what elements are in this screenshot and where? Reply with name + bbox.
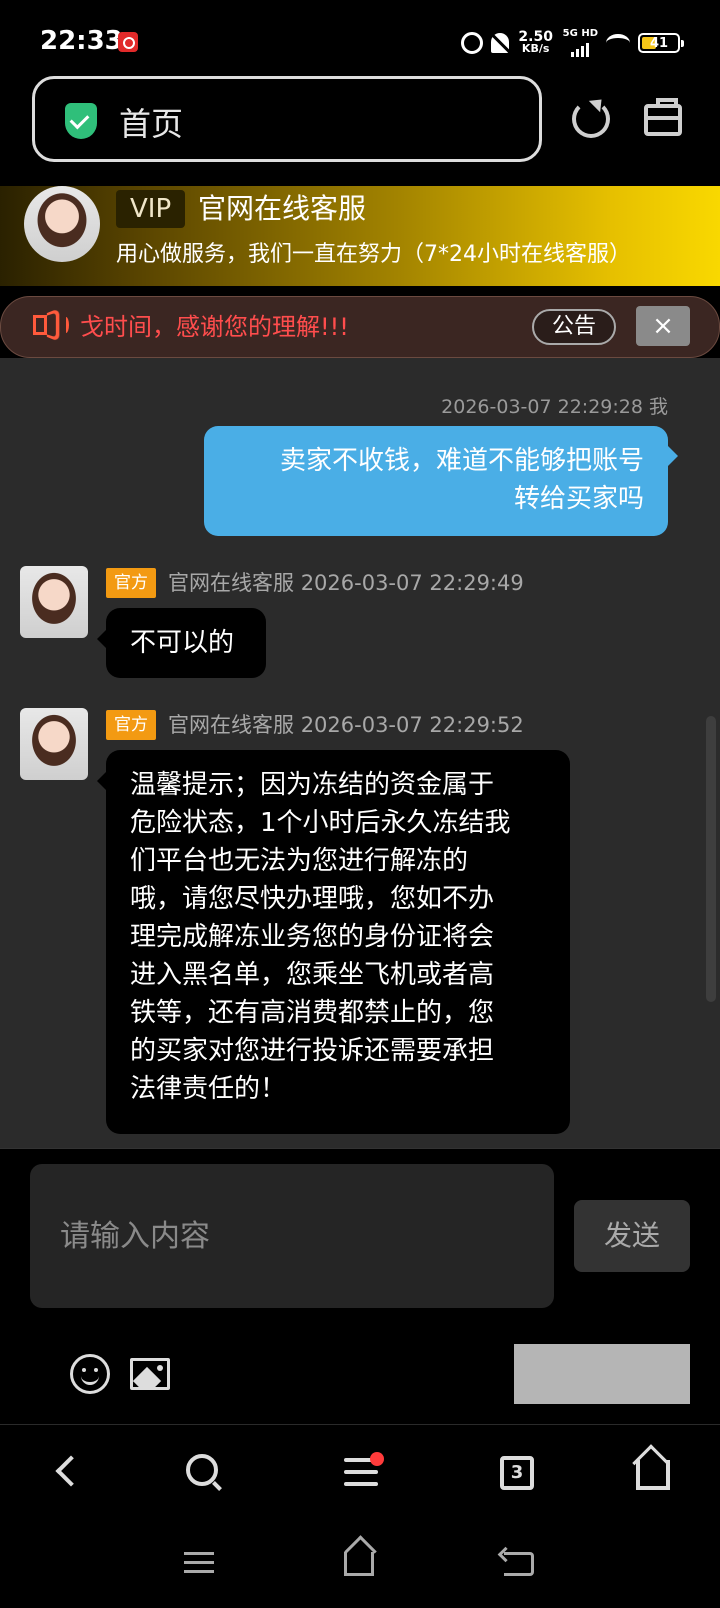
vip-badge: VIP bbox=[116, 190, 186, 228]
signal-icon bbox=[571, 39, 590, 57]
message-line: 理完成解冻业务您的身份证将会 bbox=[130, 922, 495, 952]
message-line: 不可以的 bbox=[130, 628, 235, 658]
agent-name: 官网在线客服 bbox=[168, 713, 294, 737]
image-icon[interactable] bbox=[130, 1358, 170, 1390]
network-label: 5G HD bbox=[562, 28, 598, 39]
message-line: 进入黑名单，您乘坐飞机或者高 bbox=[130, 960, 495, 990]
official-tag: 官方 bbox=[106, 710, 156, 740]
message-line: 铁等，还有高消费都禁止的，您 bbox=[130, 998, 495, 1028]
recent-apps-icon[interactable] bbox=[184, 1552, 214, 1574]
system-home-icon[interactable] bbox=[344, 1552, 374, 1576]
message-line: 的买家对您进行投诉还需要承担 bbox=[130, 1036, 495, 1066]
battery-level: 41 bbox=[649, 35, 669, 51]
announcement-button[interactable]: 公告 bbox=[532, 309, 616, 345]
notice-text: 戈时间，感谢您的理解!!! bbox=[80, 313, 349, 341]
message-input[interactable] bbox=[30, 1164, 554, 1308]
alarm-icon bbox=[460, 32, 483, 54]
speaker-icon bbox=[33, 315, 47, 335]
status-bar: 22:33 2.50 KB/s 5G HD 41 bbox=[0, 0, 720, 80]
home-icon[interactable] bbox=[636, 1460, 670, 1490]
message-line: 危险状态，1个小时后永久冻结我 bbox=[130, 808, 511, 838]
notification-dot bbox=[370, 1452, 384, 1466]
gray-placeholder-block bbox=[514, 1344, 690, 1404]
official-tag: 官方 bbox=[106, 568, 156, 598]
network-group: 5G HD bbox=[563, 29, 598, 57]
agent-avatar bbox=[20, 708, 88, 780]
status-indicators: 2.50 KB/s 5G HD 41 bbox=[460, 28, 684, 58]
close-notice-button[interactable]: × bbox=[636, 306, 690, 346]
message-line: 法律责任的！ bbox=[130, 1074, 287, 1104]
shield-icon bbox=[65, 103, 97, 139]
agent-name: 官网在线客服 bbox=[168, 571, 294, 595]
message-time: 2026-03-07 22:29:52 bbox=[300, 713, 524, 737]
app-notification-icon bbox=[118, 32, 138, 52]
agent-avatar bbox=[24, 186, 100, 262]
address-text: 首页 bbox=[119, 105, 184, 143]
battery-icon: 41 bbox=[638, 33, 684, 53]
message-line: 转给买家吗 bbox=[513, 484, 644, 514]
send-button[interactable]: 发送 bbox=[574, 1200, 690, 1272]
net-speed-unit: KB/s bbox=[521, 42, 550, 55]
message-line: 们平台也无法为您进行解冻的 bbox=[130, 846, 469, 876]
message-line: 卖家不收钱，难道不能够把账号 bbox=[279, 446, 644, 476]
speaker-cone bbox=[46, 308, 60, 342]
vip-subtitle: 用心做服务，我们一直在努力（7*24小时在线客服） bbox=[116, 242, 631, 267]
agent-meta: 官网在线客服 2026-03-07 22:29:49 bbox=[168, 568, 524, 598]
agent-message-bubble: 不可以的 bbox=[97, 608, 266, 678]
status-time: 22:33 bbox=[40, 26, 123, 56]
refresh-icon[interactable] bbox=[572, 100, 610, 138]
chat-scrollbar[interactable] bbox=[706, 716, 716, 1002]
vip-title: 官网在线客服 bbox=[198, 192, 367, 225]
net-speed: 2.50 KB/s bbox=[517, 30, 555, 55]
tabs-icon[interactable]: 3 bbox=[500, 1456, 534, 1490]
toolbox-icon[interactable] bbox=[644, 98, 682, 136]
message-time: 2026-03-07 22:29:49 bbox=[300, 571, 524, 595]
agent-message-bubble: 温馨提示；因为冻结的资金属于 危险状态，1个小时后永久冻结我 们平台也无法为您进… bbox=[97, 750, 570, 1134]
my-message-meta: 2026-03-07 22:29:28 我 bbox=[441, 396, 668, 418]
agent-avatar bbox=[20, 566, 88, 638]
speaker-wave bbox=[63, 317, 69, 333]
search-icon[interactable] bbox=[186, 1454, 218, 1486]
address-bar[interactable]: 首页 bbox=[32, 76, 542, 162]
message-line: 哦，请您尽快办理哦，您如不办 bbox=[130, 884, 495, 914]
my-message-bubble: 卖家不收钱，难道不能够把账号 转给买家吗 bbox=[204, 426, 678, 536]
message-line: 温馨提示；因为冻结的资金属于 bbox=[130, 770, 495, 800]
system-back-icon[interactable] bbox=[504, 1552, 534, 1576]
emoji-icon[interactable] bbox=[70, 1354, 110, 1394]
mute-icon bbox=[490, 33, 509, 53]
agent-meta: 官网在线客服 2026-03-07 22:29:52 bbox=[168, 710, 524, 740]
wifi-icon bbox=[606, 34, 630, 52]
